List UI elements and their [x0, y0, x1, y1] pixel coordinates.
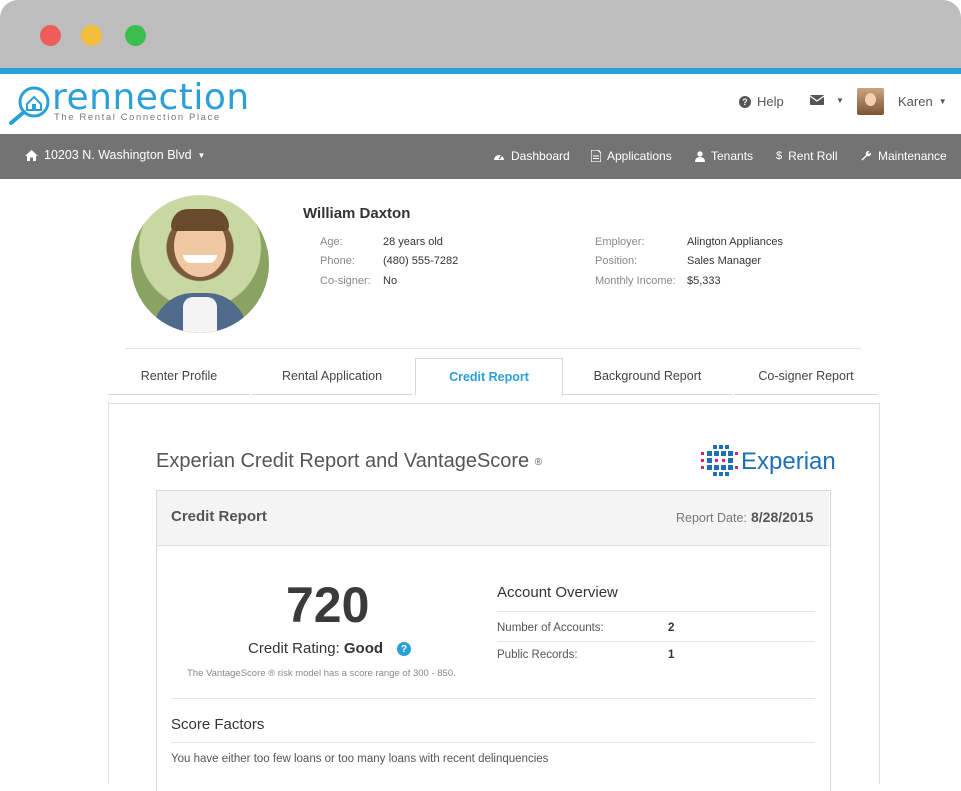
photo-smile: [183, 255, 217, 263]
accounts-count-label: Number of Accounts:: [497, 622, 604, 634]
employer-label: Employer:: [595, 236, 645, 248]
experian-logo-text: Experian: [741, 448, 836, 475]
nav-label: Applications: [607, 149, 672, 163]
employer-value: Alington Appliances: [687, 236, 784, 248]
nav-label: Rent Roll: [788, 149, 838, 163]
tab-renter-profile[interactable]: Renter Profile: [108, 358, 250, 395]
chevron-down-icon: ▼: [836, 95, 844, 105]
overview-divider: [497, 611, 815, 612]
envelope-icon: [810, 95, 824, 105]
registered-mark: ®: [534, 457, 543, 468]
main-navbar: 10203 N. Washington Blvd ▼ Dashboard App…: [0, 134, 961, 179]
nav-dashboard[interactable]: Dashboard: [493, 149, 570, 163]
maximize-window-button[interactable]: [125, 25, 146, 46]
user-icon: [695, 150, 705, 162]
public-records-value: 1: [668, 649, 675, 661]
score-factors-title: Score Factors: [171, 716, 265, 733]
dollar-icon: $: [776, 150, 783, 162]
overview-row-divider: [497, 641, 815, 642]
nav-maintenance[interactable]: Maintenance: [861, 149, 947, 163]
user-name: Karen: [898, 94, 933, 109]
document-icon: [591, 150, 601, 162]
renter-name: William Daxton: [303, 205, 411, 222]
chevron-down-icon: ▼: [938, 97, 947, 106]
credit-score: 720: [286, 577, 370, 633]
user-avatar[interactable]: [857, 88, 884, 115]
chevron-down-icon: ▼: [197, 150, 206, 160]
income-label: Monthly Income:: [595, 275, 676, 287]
experian-dots-icon: [701, 445, 738, 476]
public-records-label: Public Records:: [497, 649, 578, 661]
cosigner-value: No: [383, 275, 398, 287]
accounts-count-value: 2: [668, 622, 675, 634]
property-address: 10203 N. Washington Blvd: [44, 148, 192, 162]
account-overview-title: Account Overview: [497, 584, 618, 601]
credit-rating: Credit Rating: Good: [248, 640, 383, 657]
experian-logo-mark: [701, 443, 738, 479]
credit-rating-value: Good: [343, 640, 384, 657]
report-date-value: 8/28/2015: [751, 509, 814, 525]
age-label: Age:: [320, 236, 343, 248]
avatar-face: [865, 93, 876, 106]
position-value: Sales Manager: [687, 255, 761, 267]
score-factors-divider: [171, 742, 815, 743]
age-value: 28 years old: [383, 236, 443, 248]
property-selector[interactable]: 10203 N. Washington Blvd ▼: [25, 148, 205, 162]
score-factors-top-divider: [171, 698, 815, 699]
phone-label: Phone:: [320, 255, 355, 267]
nav-label: Maintenance: [878, 149, 947, 163]
credit-rating-label: Credit Rating:: [248, 640, 340, 657]
renter-photo: [131, 195, 269, 333]
report-title: Experian Credit Report and VantageScore …: [156, 450, 542, 473]
messages-dropdown[interactable]: ▼: [810, 95, 844, 105]
brand-tagline: The Rental Connection Place: [54, 112, 221, 123]
dashboard-icon: [494, 154, 504, 160]
home-icon: [25, 149, 38, 161]
report-title-text: Experian Credit Report and VantageScore: [156, 450, 530, 472]
score-factor-item: You have either too few loans or too man…: [171, 753, 549, 765]
report-date-label: Report Date:: [676, 511, 747, 525]
phone-value: (480) 555-7282: [383, 255, 459, 267]
tab-background-report[interactable]: Background Report: [563, 358, 732, 395]
magnifier-house-icon: [9, 86, 50, 125]
income-value: $5,333: [687, 275, 721, 287]
nav-label: Dashboard: [511, 149, 570, 163]
logo[interactable]: [8, 82, 52, 126]
help-link[interactable]: ? Help: [739, 94, 784, 109]
position-label: Position:: [595, 255, 638, 267]
nav-applications[interactable]: Applications: [591, 149, 672, 163]
photo-collar: [183, 297, 217, 333]
help-label: Help: [757, 94, 784, 109]
score-range-note: The VantageScore ® risk model has a scor…: [187, 668, 456, 679]
minimize-window-button[interactable]: [81, 25, 102, 46]
nav-label: Tenants: [711, 149, 754, 163]
wrench-icon: [861, 150, 872, 160]
nav-rent-roll[interactable]: $ Rent Roll: [776, 149, 837, 163]
rating-help-icon[interactable]: ?: [397, 642, 411, 656]
tab-rental-application[interactable]: Rental Application: [252, 358, 412, 395]
tabs-top-divider: [125, 348, 861, 349]
app-header: rennection The Rental Connection Place ?…: [0, 74, 961, 135]
user-menu[interactable]: Karen ▼: [898, 94, 947, 109]
cosigner-label: Co-signer:: [320, 275, 371, 287]
question-icon: ?: [739, 95, 751, 108]
tab-credit-report[interactable]: Credit Report: [415, 358, 563, 396]
nav-tenants[interactable]: Tenants: [695, 149, 753, 163]
credit-report-heading: Credit Report: [171, 508, 267, 525]
tab-cosigner-report[interactable]: Co-signer Report: [734, 358, 878, 395]
photo-hair: [171, 209, 229, 231]
close-window-button[interactable]: [40, 25, 61, 46]
